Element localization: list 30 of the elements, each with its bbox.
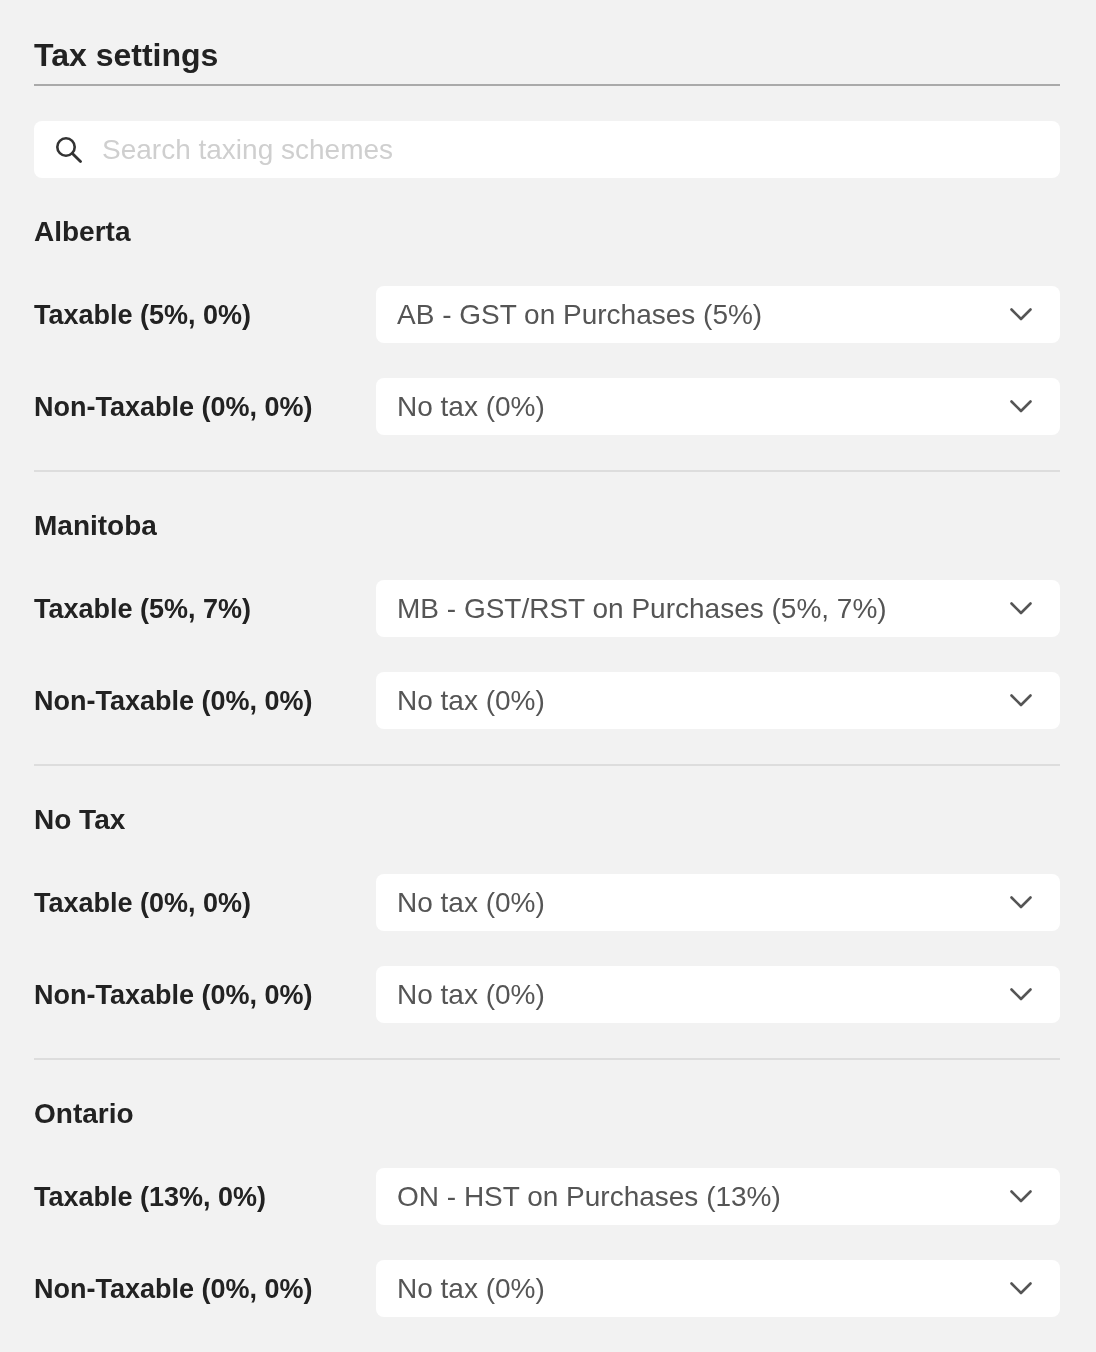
- chevron-down-icon: [1010, 602, 1032, 615]
- tax-code-dropdown[interactable]: AB - GST on Purchases (5%): [376, 286, 1060, 343]
- chevron-down-icon: [1010, 1190, 1032, 1203]
- chevron-down-icon: [1010, 400, 1032, 413]
- tax-code-dropdown[interactable]: No tax (0%): [376, 672, 1060, 729]
- tax-code-dropdown[interactable]: No tax (0%): [376, 874, 1060, 931]
- tax-type-label: Taxable (13%, 0%): [34, 1180, 267, 1214]
- tax-type-label: Taxable (5%, 7%): [34, 592, 252, 626]
- region-heading: Ontario: [34, 1097, 134, 1131]
- chevron-down-icon: [1010, 896, 1032, 909]
- tax-type-label: Taxable (5%, 0%): [34, 298, 252, 332]
- chevron-down-icon: [1010, 1282, 1032, 1295]
- tax-type-label: Non-Taxable (0%, 0%): [34, 684, 313, 718]
- tax-code-dropdown[interactable]: No tax (0%): [376, 378, 1060, 435]
- tax-code-dropdown[interactable]: MB - GST/RST on Purchases (5%, 7%): [376, 580, 1060, 637]
- tax-type-label: Non-Taxable (0%, 0%): [34, 390, 313, 424]
- region-heading: Alberta: [34, 215, 131, 249]
- tax-type-label: Non-Taxable (0%, 0%): [34, 1272, 313, 1306]
- section-title: Tax settings: [34, 35, 1060, 86]
- tax-code-dropdown[interactable]: No tax (0%): [376, 966, 1060, 1023]
- chevron-down-icon: [1010, 308, 1032, 321]
- search-icon: [55, 136, 82, 163]
- region-heading: No Tax: [34, 803, 126, 837]
- chevron-down-icon: [1010, 988, 1032, 1001]
- tax-code-dropdown[interactable]: ON - HST on Purchases (13%): [376, 1168, 1060, 1225]
- tax-type-label: Non-Taxable (0%, 0%): [34, 978, 313, 1012]
- chevron-down-icon: [1010, 694, 1032, 707]
- tax-code-dropdown[interactable]: No tax (0%): [376, 1260, 1060, 1317]
- tax-type-label: Taxable (0%, 0%): [34, 886, 252, 920]
- region-heading: Manitoba: [34, 509, 157, 543]
